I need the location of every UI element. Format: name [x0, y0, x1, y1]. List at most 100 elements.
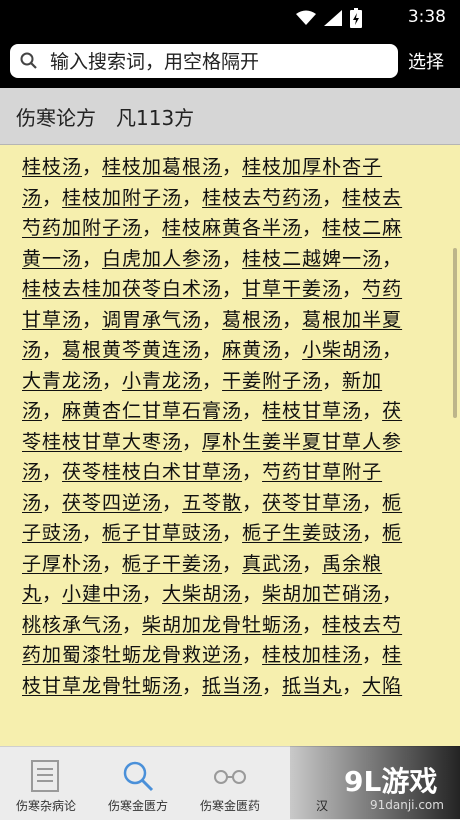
recipe-link[interactable]: 葛根汤	[222, 309, 282, 331]
scrollbar[interactable]	[453, 248, 457, 418]
tab-label: 伤寒金匮方	[107, 799, 168, 813]
recipe-link[interactable]: 桂枝麻黄各半汤	[162, 217, 302, 239]
recipe-link[interactable]: 麻黄汤	[222, 339, 282, 361]
content-area: 伤寒论方 凡113方 桂枝汤，桂枝加葛根汤，桂枝加厚朴杏子汤，桂枝加附子汤，桂枝…	[0, 88, 460, 746]
glasses-icon	[214, 770, 246, 784]
wifi-icon	[296, 10, 316, 25]
recipe-link[interactable]: 小柴胡汤	[302, 339, 382, 361]
recipe-link[interactable]: 大陷	[362, 675, 402, 697]
separator: ，	[222, 552, 243, 575]
recipe-link[interactable]: 小建中汤	[62, 583, 142, 605]
recipe-link[interactable]: 茯苓桂枝白术甘草汤	[62, 461, 242, 483]
separator: ，	[102, 552, 123, 575]
separator: ，	[342, 674, 363, 697]
separator: ，	[382, 339, 403, 361]
separator: ，	[382, 247, 403, 270]
search-icon	[123, 761, 154, 792]
separator: ，	[202, 339, 223, 361]
separator: ，	[42, 461, 63, 483]
recipe-link[interactable]: 栀子干姜汤	[122, 553, 222, 575]
recipe-link[interactable]: 大青龙汤	[22, 370, 102, 392]
list-icon	[31, 760, 59, 792]
separator: ，	[42, 186, 63, 209]
select-button[interactable]: 选择	[408, 48, 444, 74]
separator: ，	[302, 217, 323, 239]
recipe-link[interactable]: 桂枝加桂汤	[262, 644, 362, 666]
separator: ，	[82, 247, 103, 270]
tab-shanghan-zabing[interactable]: 伤寒杂病论	[0, 747, 92, 820]
recipe-link[interactable]: 真武汤	[242, 553, 302, 575]
tab-label: 伤寒杂病论	[15, 799, 76, 813]
separator: ，	[202, 308, 223, 331]
recipe-link[interactable]: 栀子甘草豉汤	[102, 522, 222, 544]
tab-shanghan-jingui-fang[interactable]: 伤寒金匮方	[92, 747, 184, 820]
tab-shanghan-jingui-yao[interactable]: 伤寒金匮药	[184, 747, 276, 820]
separator: ，	[302, 552, 323, 575]
signal-icon	[324, 10, 342, 26]
separator: ，	[82, 156, 103, 178]
recipe-link[interactable]: 桂枝去桂加茯苓白术汤	[22, 278, 222, 300]
separator: ，	[242, 461, 263, 483]
separator: ，	[362, 400, 383, 422]
separator: ，	[182, 186, 203, 209]
separator: ，	[342, 278, 363, 300]
recipe-link[interactable]: 干姜附子汤	[222, 370, 322, 392]
recipe-list: 桂枝汤，桂枝加葛根汤，桂枝加厚朴杏子汤，桂枝加附子汤，桂枝去芍药汤，桂枝去芍药加…	[22, 152, 422, 701]
separator: ，	[222, 278, 243, 300]
separator: ，	[182, 674, 203, 697]
separator: ，	[322, 186, 343, 209]
separator: ，	[322, 369, 343, 392]
separator: ，	[202, 369, 223, 392]
search-bar: 选择	[0, 34, 460, 88]
recipe-link[interactable]: 麻黄杏仁甘草石膏汤	[62, 400, 242, 422]
separator: ，	[282, 339, 303, 361]
separator: ，	[282, 308, 303, 331]
separator: ，	[162, 491, 183, 514]
search-icon	[20, 52, 37, 69]
separator: ，	[362, 644, 383, 666]
recipe-link[interactable]: 桂枝去芍药汤	[202, 187, 322, 209]
section-title: 伤寒论方 凡113方	[16, 106, 195, 130]
recipe-link[interactable]: 栀子生姜豉汤	[242, 522, 362, 544]
recipe-link[interactable]: 甘草干姜汤	[242, 278, 342, 300]
recipe-link[interactable]: 大柴胡汤	[162, 583, 242, 605]
recipe-link[interactable]: 小青龙汤	[122, 370, 202, 392]
tab-label: 伤寒金匮药	[199, 799, 260, 813]
recipe-link[interactable]: 茯苓甘草汤	[262, 492, 362, 514]
separator: ，	[242, 583, 263, 605]
separator: ，	[42, 491, 63, 514]
separator: ，	[242, 644, 263, 666]
recipe-link[interactable]: 桂枝二越婢一汤	[242, 248, 382, 270]
recipe-link[interactable]: 抵当汤	[202, 675, 262, 697]
separator: ，	[102, 369, 123, 392]
separator: ，	[382, 583, 403, 605]
recipe-link[interactable]: 调胃承气汤	[102, 309, 202, 331]
recipe-link[interactable]: 桂枝加附子汤	[62, 187, 182, 209]
separator: ，	[242, 491, 263, 514]
recipe-link[interactable]: 葛根黄芩黄连汤	[62, 339, 202, 361]
section-header: 伤寒论方 凡113方	[0, 88, 460, 145]
separator: ，	[302, 613, 323, 636]
recipe-link[interactable]: 柴胡加芒硝汤	[262, 583, 382, 605]
recipe-link[interactable]: 抵当丸	[282, 675, 342, 697]
separator: ，	[42, 583, 63, 605]
watermark-site: 91danji.com	[370, 798, 444, 812]
recipe-link[interactable]: 白虎加人参汤	[102, 248, 222, 270]
search-input[interactable]	[48, 48, 392, 76]
search-box[interactable]	[10, 44, 398, 78]
separator: ，	[42, 400, 63, 422]
separator: ，	[362, 491, 383, 514]
battery-icon	[350, 8, 362, 28]
recipe-link[interactable]: 茯苓四逆汤	[62, 492, 162, 514]
recipe-link[interactable]: 柴胡加龙骨牡蛎汤	[142, 614, 302, 636]
separator: ，	[122, 613, 143, 636]
separator: ，	[42, 339, 63, 361]
recipe-link[interactable]: 桂枝汤	[22, 156, 82, 178]
recipe-link[interactable]: 桃核承气汤	[22, 614, 122, 636]
recipe-link[interactable]: 五苓散	[182, 492, 242, 514]
watermark-logo: 9L游戏	[344, 765, 438, 798]
recipe-link[interactable]: 桂枝加葛根汤	[102, 156, 222, 178]
separator: ，	[222, 522, 243, 544]
separator: ，	[82, 522, 103, 544]
recipe-link[interactable]: 桂枝甘草汤	[262, 400, 362, 422]
